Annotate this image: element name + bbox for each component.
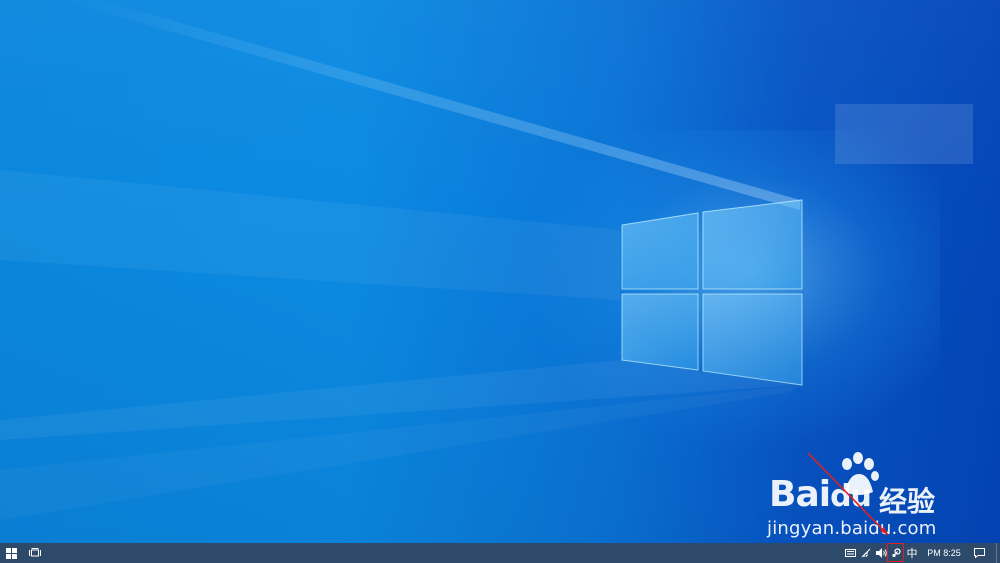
show-desktop-button[interactable] xyxy=(996,543,1000,563)
action-center-button[interactable] xyxy=(971,543,987,563)
taskbar-clock[interactable]: PM 8:25 xyxy=(924,543,964,563)
steam-icon xyxy=(892,548,901,558)
taskbar: 中 PM 8:25 xyxy=(0,543,1000,563)
translucent-overlay xyxy=(835,104,973,164)
annotation-arrow xyxy=(807,452,889,536)
tray-volume[interactable] xyxy=(874,543,888,563)
action-center-icon xyxy=(973,548,985,558)
tray-network[interactable] xyxy=(859,543,873,563)
tray-steam[interactable] xyxy=(889,543,903,563)
task-view-button[interactable] xyxy=(25,543,45,563)
network-icon xyxy=(861,548,871,558)
keyboard-icon xyxy=(844,549,856,557)
ime-indicator[interactable]: 中 xyxy=(905,543,919,563)
desktop[interactable]: Baidu 经验 jingyan.baidu.com xyxy=(0,0,1000,543)
windows-logo-icon xyxy=(5,547,17,559)
volume-icon xyxy=(875,548,887,558)
tray-keyboard[interactable] xyxy=(843,543,857,563)
start-button[interactable] xyxy=(0,543,22,563)
task-view-icon xyxy=(29,548,41,557)
